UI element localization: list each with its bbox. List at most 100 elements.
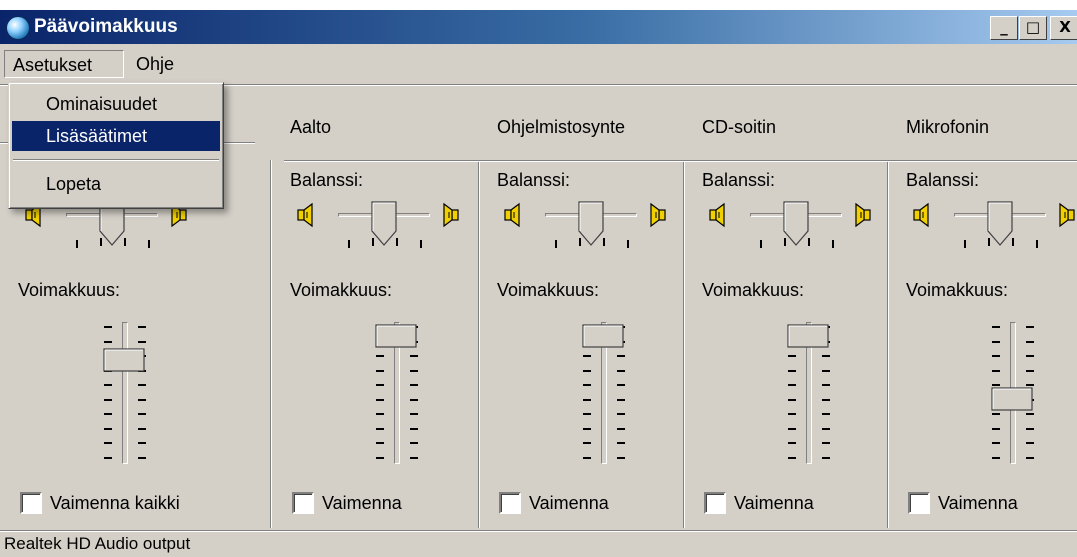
balance-tick bbox=[348, 240, 350, 248]
channel-1-balance-thumb[interactable] bbox=[371, 201, 397, 247]
channel-3-balance-label: Balanssi: bbox=[702, 170, 776, 190]
volume-tick bbox=[617, 398, 625, 401]
channel-4-volume-label: Voimakkuus: bbox=[906, 280, 1009, 300]
volume-tick bbox=[138, 427, 146, 430]
volume-tick bbox=[788, 384, 796, 386]
maximize-button[interactable]: □ bbox=[1019, 16, 1047, 40]
volume-tick bbox=[617, 427, 625, 430]
channel-4-name: Mikrofonin bbox=[906, 117, 990, 137]
channel-3-volume-label: Voimakkuus: bbox=[702, 280, 805, 300]
volume-tick bbox=[376, 442, 384, 444]
volume-tick bbox=[410, 355, 418, 357]
channel-2-balance-label: Balanssi: bbox=[497, 170, 571, 190]
balance-tick bbox=[123, 238, 126, 246]
channel-1-volume-label: Voimakkuus: bbox=[290, 280, 393, 300]
channel-0-volume-thumb[interactable] bbox=[103, 348, 147, 374]
title-bar[interactable]: Päävoimakkuus _ □ X bbox=[0, 10, 1077, 44]
volume-tick bbox=[1026, 456, 1034, 459]
menu-item-lopeta[interactable]: Lopeta bbox=[12, 169, 220, 199]
channel-separator bbox=[887, 160, 889, 528]
menu-separator bbox=[13, 159, 219, 161]
volume-tick bbox=[104, 427, 112, 430]
volume-tick bbox=[410, 427, 418, 430]
volume-tick bbox=[992, 427, 1000, 430]
volume-tick bbox=[617, 384, 625, 386]
volume-tick bbox=[1026, 369, 1034, 372]
speaker-left-icon bbox=[503, 202, 525, 228]
volume-tick bbox=[788, 398, 796, 401]
speaker-right-icon bbox=[850, 202, 872, 228]
balance-tick bbox=[371, 238, 374, 246]
channel-2-balance-thumb[interactable] bbox=[578, 201, 604, 247]
speaker-left-icon bbox=[708, 202, 730, 228]
volume-tick bbox=[822, 442, 830, 444]
volume-tick bbox=[410, 398, 418, 401]
channel-1-balance-label: Balanssi: bbox=[290, 170, 364, 190]
volume-tick bbox=[1026, 355, 1034, 357]
channel-4-balance-thumb[interactable] bbox=[987, 201, 1013, 247]
volume-tick bbox=[788, 442, 796, 444]
volume-tick bbox=[1026, 340, 1034, 343]
volume-globe-icon bbox=[6, 16, 30, 40]
speaker-right-icon bbox=[645, 202, 667, 228]
volume-tick bbox=[617, 456, 625, 459]
status-text: Realtek HD Audio output bbox=[4, 534, 191, 553]
menu-item-lisasaatimet[interactable]: Lisäsäätimet bbox=[12, 121, 220, 151]
menu-asetukset[interactable]: Asetukset bbox=[4, 50, 124, 78]
balance-tick bbox=[783, 238, 786, 246]
volume-tick bbox=[104, 398, 112, 401]
volume-tick bbox=[992, 456, 1000, 459]
menu-ohje[interactable]: Ohje bbox=[128, 50, 188, 78]
volume-tick bbox=[788, 427, 796, 430]
channel-3-mute-checkbox[interactable] bbox=[704, 492, 726, 514]
balance-tick bbox=[1036, 240, 1038, 248]
volume-tick bbox=[376, 413, 384, 415]
volume-tick bbox=[376, 384, 384, 386]
volume-tick bbox=[138, 442, 146, 444]
volume-tick bbox=[104, 326, 112, 328]
volume-tick bbox=[617, 442, 625, 444]
balance-tick bbox=[578, 238, 581, 246]
volume-tick bbox=[992, 442, 1000, 444]
channel-3-name: CD-soitin bbox=[702, 117, 777, 137]
speaker-left-icon bbox=[912, 202, 934, 228]
channel-2-mute-checkbox[interactable] bbox=[499, 492, 521, 514]
channel-separator bbox=[270, 160, 272, 528]
channel-3-balance-thumb[interactable] bbox=[783, 201, 809, 247]
channel-2-volume-thumb[interactable] bbox=[582, 324, 626, 350]
volume-tick bbox=[992, 369, 1000, 372]
balance-tick bbox=[807, 238, 810, 246]
channel-2-name: Ohjelmistosynte bbox=[497, 117, 626, 137]
volume-tick bbox=[822, 456, 830, 459]
balance-tick bbox=[832, 240, 834, 248]
balance-tick bbox=[627, 240, 629, 248]
volume-tick bbox=[410, 456, 418, 459]
volume-tick bbox=[138, 398, 146, 401]
channel-3-volume-thumb[interactable] bbox=[787, 324, 831, 350]
volume-tick bbox=[992, 340, 1000, 343]
channel-4-balance-label: Balanssi: bbox=[906, 170, 980, 190]
minimize-button[interactable]: _ bbox=[990, 16, 1018, 40]
volume-tick bbox=[992, 326, 1000, 328]
asetukset-dropdown-menu: Ominaisuudet Lisäsäätimet Lopeta bbox=[8, 82, 224, 209]
menu-item-ominaisuudet[interactable]: Ominaisuudet bbox=[12, 89, 220, 119]
volume-tick bbox=[617, 355, 625, 357]
volume-tick bbox=[138, 384, 146, 386]
channel-0-volume-track[interactable] bbox=[122, 322, 128, 464]
volume-tick bbox=[788, 369, 796, 372]
close-button[interactable]: X bbox=[1050, 16, 1077, 40]
volume-tick bbox=[104, 384, 112, 386]
channel-0-mute-checkbox[interactable] bbox=[20, 492, 42, 514]
volume-tick bbox=[104, 442, 112, 444]
balance-tick bbox=[964, 240, 966, 248]
channel-1-mute-checkbox[interactable] bbox=[292, 492, 314, 514]
balance-tick bbox=[555, 240, 557, 248]
channel-separator bbox=[683, 160, 685, 528]
volume-tick bbox=[788, 413, 796, 415]
channel-4-mute-checkbox[interactable] bbox=[908, 492, 930, 514]
channel-4-volume-thumb[interactable] bbox=[991, 387, 1035, 413]
volume-tick bbox=[583, 355, 591, 357]
volume-tick bbox=[138, 456, 146, 459]
channel-1-volume-thumb[interactable] bbox=[375, 324, 419, 350]
volume-tick bbox=[822, 413, 830, 415]
